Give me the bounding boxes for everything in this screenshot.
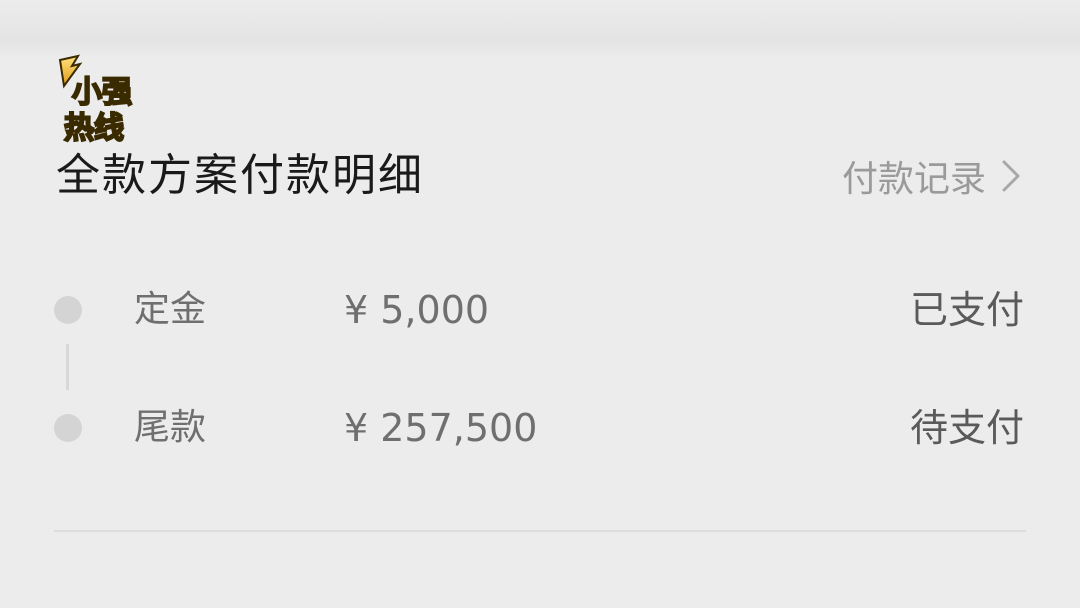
payment-amount: ¥ 257,500 bbox=[344, 406, 538, 450]
section-divider bbox=[54, 530, 1026, 532]
top-strip bbox=[0, 0, 1080, 58]
payment-label: 定金 bbox=[134, 289, 207, 330]
payment-amount: ¥ 5,000 bbox=[344, 288, 490, 332]
timeline-dot bbox=[54, 296, 82, 324]
chevron-right-icon bbox=[1002, 160, 1020, 192]
page-title: 全款方案付款明细 bbox=[56, 150, 424, 201]
timeline-connector bbox=[66, 344, 69, 390]
payment-status: 待支付 bbox=[909, 406, 1024, 450]
payment-label: 尾款 bbox=[134, 407, 207, 448]
svg-text:小强: 小强 bbox=[72, 75, 132, 110]
payment-status: 已支付 bbox=[909, 288, 1024, 332]
payment-row-balance: 尾款 ¥ 257,500 待支付 bbox=[0, 398, 1080, 458]
payment-records-link[interactable]: 付款记录 bbox=[842, 146, 1026, 206]
watermark-logo: 小强 热线 bbox=[58, 54, 133, 147]
svg-text:热线: 热线 bbox=[64, 111, 124, 146]
payment-row-deposit: 定金 ¥ 5,000 已支付 bbox=[0, 280, 1080, 340]
timeline-dot bbox=[54, 414, 82, 442]
payment-records-label: 付款记录 bbox=[841, 159, 986, 200]
